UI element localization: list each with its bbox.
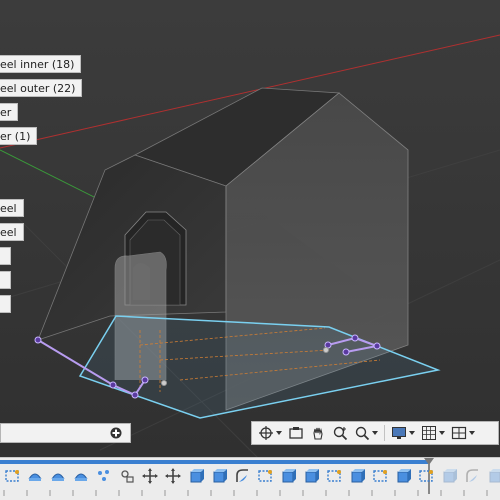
fillet-icon [236, 469, 248, 482]
timeline-feature-16[interactable] [347, 466, 367, 486]
timeline-future-feature-1[interactable] [439, 466, 459, 486]
timeline[interactable] [0, 457, 500, 500]
selection-label-4[interactable]: er (1) [0, 127, 38, 145]
timeline-feature-10[interactable] [209, 466, 229, 486]
selection-label-6[interactable]: eel [0, 223, 24, 241]
timeline-feature-12[interactable] [255, 466, 275, 486]
sketch-icon [373, 470, 387, 482]
selection-label-3[interactable]: er [0, 103, 19, 121]
orbit-button[interactable] [256, 423, 284, 443]
selection-label-9[interactable] [0, 295, 11, 313]
timeline-feature-11[interactable] [232, 466, 252, 486]
points-icon [98, 470, 109, 481]
timeline-feature-13[interactable] [278, 466, 298, 486]
extrude-icon [351, 469, 365, 483]
command-input-bar[interactable] [0, 423, 131, 443]
extrude-icon [397, 469, 411, 483]
timeline-progress [0, 460, 428, 464]
timeline-feature-4[interactable] [71, 466, 91, 486]
timeline-feature-5[interactable] [94, 466, 114, 486]
timeline-future-feature-2[interactable] [462, 466, 482, 486]
pan-button[interactable] [308, 423, 328, 443]
arc-icon [51, 473, 65, 481]
move-icon [165, 468, 181, 484]
sketch-icon [5, 470, 19, 482]
display-settings-icon [392, 427, 406, 439]
timeline-feature-2[interactable] [25, 466, 45, 486]
timeline-feature-9[interactable] [186, 466, 206, 486]
grid-icon [422, 426, 436, 440]
timeline-feature-1[interactable] [2, 466, 22, 486]
move-icon [142, 468, 158, 484]
sketch-icon [419, 470, 433, 482]
fillet-icon [466, 469, 478, 482]
arc-icon [74, 473, 88, 481]
viewports-button[interactable] [449, 423, 477, 443]
sketch-icon [258, 470, 272, 482]
extrude-icon [190, 469, 204, 483]
selection-label-1[interactable]: eel inner (18) [0, 55, 82, 73]
fit-button[interactable] [352, 423, 380, 443]
extrude-icon [282, 469, 296, 483]
extrude-icon [213, 469, 227, 483]
extrude-icon [489, 469, 500, 483]
timeline-future-feature-3[interactable] [485, 466, 500, 486]
look-at-icon [289, 427, 303, 439]
display-settings-button[interactable] [389, 423, 417, 443]
arc-icon [28, 473, 42, 481]
constraint-icon [121, 470, 134, 483]
timeline-feature-14[interactable] [301, 466, 321, 486]
pan-icon [313, 427, 323, 440]
timeline-feature-8[interactable] [163, 466, 183, 486]
timeline-feature-6[interactable] [117, 466, 137, 486]
timeline-feature-7[interactable] [140, 466, 160, 486]
fit-icon [355, 426, 370, 441]
selection-label-7[interactable] [0, 247, 11, 265]
timeline-feature-19[interactable] [416, 466, 436, 486]
timeline-ticks [3, 490, 488, 496]
add-icon[interactable] [110, 427, 122, 439]
timeline-feature-15[interactable] [324, 466, 344, 486]
selection-label-8[interactable] [0, 271, 11, 289]
selection-label-5[interactable]: eel [0, 199, 24, 217]
grid-button[interactable] [419, 423, 447, 443]
timeline-feature-17[interactable] [370, 466, 390, 486]
navigation-bar [251, 421, 499, 445]
zoom-button[interactable] [330, 423, 350, 443]
viewports-icon [451, 426, 467, 440]
look-at-button[interactable] [286, 423, 306, 443]
timeline-feature-18[interactable] [393, 466, 413, 486]
extrude-icon [443, 469, 457, 483]
extrude-icon [305, 469, 319, 483]
zoom-icon [333, 426, 348, 441]
timeline-feature-3[interactable] [48, 466, 68, 486]
sketch-icon [327, 470, 341, 482]
selection-label-2[interactable]: eel outer (22) [0, 79, 83, 97]
orbit-icon [259, 426, 273, 440]
